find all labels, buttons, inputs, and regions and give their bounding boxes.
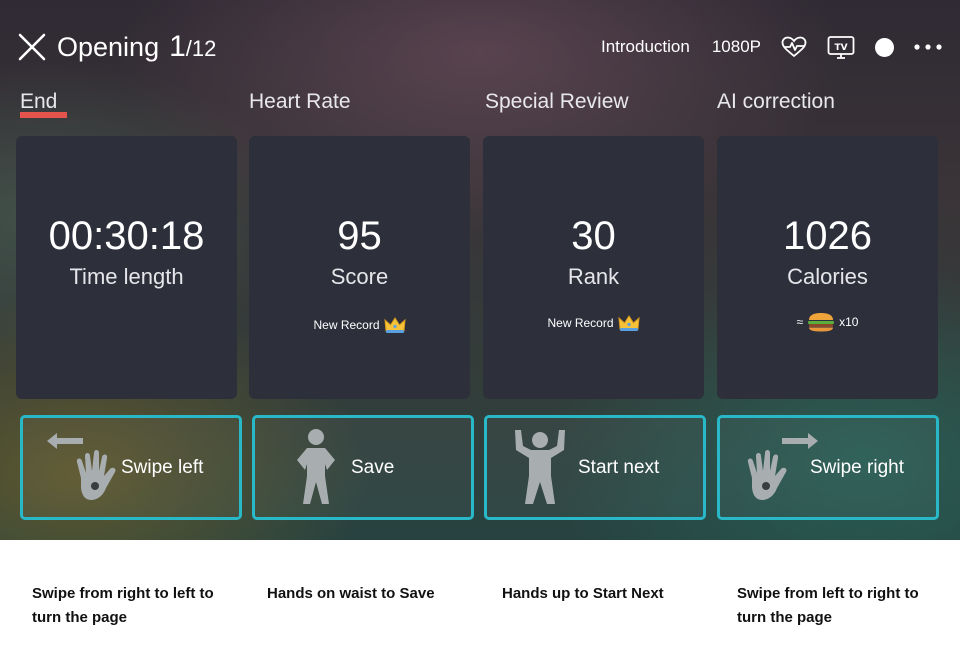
resolution-link[interactable]: 1080P	[712, 37, 761, 57]
page-title: Opening 1/12	[57, 30, 216, 64]
introduction-link[interactable]: Introduction	[601, 37, 690, 57]
more-icon	[914, 44, 942, 50]
tab-bar: End Heart Rate Special Review AI correct…	[0, 90, 960, 122]
score-new-record: New Record	[249, 316, 470, 334]
tab-special-review[interactable]: Special Review	[485, 90, 629, 114]
start-next-button[interactable]: Start next	[484, 415, 706, 520]
svg-text:TV: TV	[834, 43, 847, 53]
save-description: Hands on waist to Save	[267, 585, 435, 602]
close-icon	[18, 33, 46, 61]
start-next-description: Hands up to Start Next	[502, 585, 664, 602]
save-label: Save	[351, 457, 395, 478]
hands-up-icon	[515, 430, 565, 504]
hand-icon	[747, 450, 787, 500]
current-page: 1	[169, 30, 186, 63]
swipe-left-label: Swipe left	[121, 457, 204, 478]
score-label: Score	[330, 264, 389, 289]
tab-end[interactable]: End	[20, 90, 68, 118]
calories-card: 1026 Calories ≈ x10	[717, 136, 938, 399]
score-card: 95 Score New Record	[249, 136, 470, 399]
rank-value: 30	[571, 214, 616, 258]
burger-multiplier: x10	[839, 315, 859, 329]
dot-icon	[875, 37, 894, 57]
rank-new-record: New Record	[483, 314, 704, 332]
swipe-left-button[interactable]: Swipe left	[20, 415, 242, 520]
new-record-text: New Record	[313, 318, 380, 332]
title-text: Opening	[57, 32, 160, 62]
approx-symbol: ≈	[796, 315, 804, 329]
more-button[interactable]	[914, 44, 942, 50]
rank-label: Rank	[567, 264, 620, 289]
status-button[interactable]	[875, 37, 894, 57]
tab-ai-correction[interactable]: AI correction	[717, 90, 835, 114]
start-next-label: Start next	[578, 457, 660, 478]
burger-icon	[808, 313, 835, 332]
tab-ai-correction-label: AI correction	[717, 90, 835, 113]
time-length-card: 00:30:18 Time length	[16, 136, 237, 399]
close-button[interactable]	[18, 33, 46, 61]
crown-icon	[383, 317, 406, 333]
tv-icon: TV	[827, 36, 855, 59]
swipe-right-button[interactable]: Swipe right	[717, 415, 939, 520]
calories-equivalent: ≈ x10	[717, 312, 938, 332]
swipe-right-label: Swipe right	[810, 457, 904, 478]
crown-icon	[617, 315, 640, 331]
hands-on-waist-icon	[297, 429, 335, 504]
heart-rate-icon	[781, 36, 807, 58]
tab-special-review-label: Special Review	[485, 90, 629, 113]
tab-heart-rate[interactable]: Heart Rate	[249, 90, 351, 114]
tv-button[interactable]: TV	[827, 35, 855, 59]
tab-heart-rate-label: Heart Rate	[249, 90, 351, 113]
calories-value: 1026	[783, 214, 872, 258]
hand-icon	[76, 450, 116, 500]
calories-label: Calories	[787, 264, 868, 289]
tab-end-label: End	[20, 90, 58, 113]
save-button[interactable]: Save	[252, 415, 474, 520]
top-actions: Introduction 1080P TV	[579, 34, 942, 60]
new-record-text: New Record	[547, 316, 614, 330]
fitness-summary-screen: Opening 1/12 Introduction 1080P TV End H…	[0, 0, 960, 540]
time-length-label: Time length	[69, 264, 184, 289]
swipe-right-description: Swipe from left to right to turn the pag…	[737, 585, 919, 626]
total-pages: /12	[185, 36, 217, 61]
rank-card: 30 Rank New Record	[483, 136, 704, 399]
swipe-left-description: Swipe from right to left to turn the pag…	[32, 585, 214, 626]
score-value: 95	[337, 214, 382, 258]
top-bar: Opening 1/12 Introduction 1080P TV	[0, 0, 960, 94]
time-length-value: 00:30:18	[48, 214, 205, 258]
heart-rate-button[interactable]	[781, 36, 807, 58]
